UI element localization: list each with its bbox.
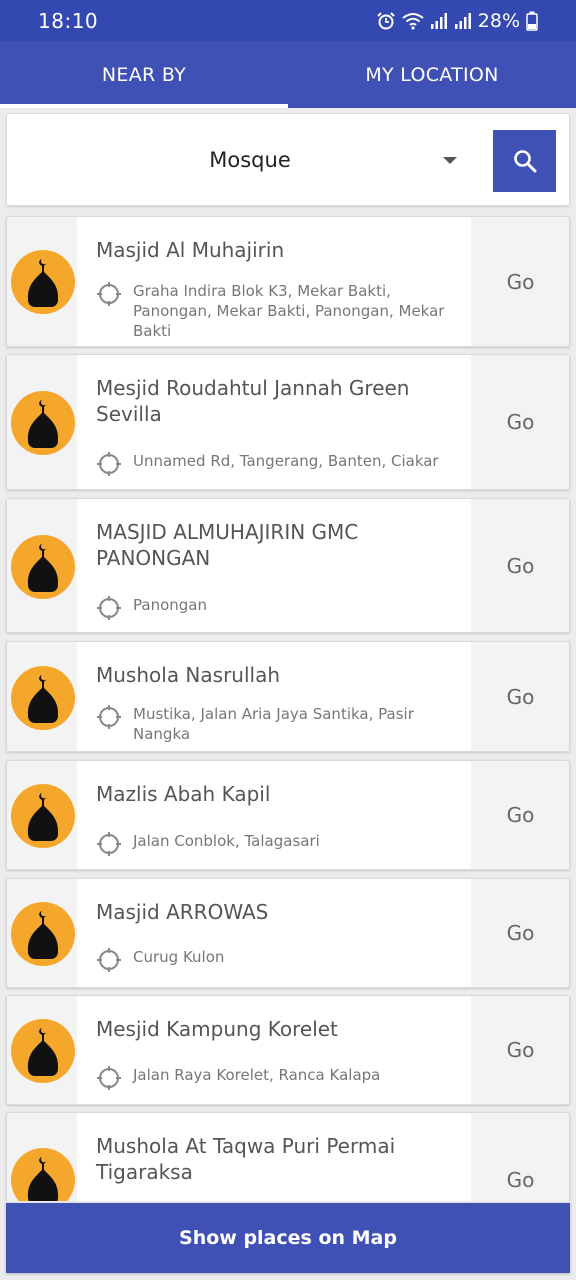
mosque-icon	[11, 902, 75, 966]
mosque-icon	[11, 391, 75, 455]
avatar	[7, 355, 77, 489]
status-right: 28%	[376, 10, 538, 32]
status-time: 18:10	[38, 8, 99, 33]
place-address: Jalan Raya Korelet, Ranca Kalapa	[133, 1066, 381, 1084]
signal-icon	[454, 12, 471, 29]
battery-icon	[526, 11, 538, 31]
mosque-icon	[11, 1148, 75, 1201]
place-info: Mushola Nasrullah Mustika, Jalan Aria Ja…	[77, 642, 471, 751]
location-target-icon	[97, 705, 121, 729]
place-info: Mazlis Abah Kapil Jalan Conblok, Talagas…	[77, 761, 471, 869]
signal-icon	[430, 12, 447, 29]
place-address-row: Jalan Conblok, Talagasari	[96, 831, 456, 857]
place-address: Curug Kulon	[133, 948, 225, 966]
place-list: Masjid Al Muhajirin Graha Indira Blok K3…	[0, 216, 576, 1201]
place-info: Mushola At Taqwa Puri Permai Tigaraksa	[77, 1113, 471, 1201]
mosque-icon	[11, 666, 75, 730]
list-item[interactable]: MASJID ALMUHAJIRIN GMC PANONGAN Panongan…	[6, 498, 570, 633]
place-address: Unnamed Rd, Tangerang, Banten, Ciakar	[133, 452, 439, 470]
mosque-icon	[11, 250, 75, 314]
go-button[interactable]: Go	[471, 355, 569, 489]
avatar	[7, 499, 77, 632]
go-button[interactable]: Go	[471, 996, 569, 1104]
list-item[interactable]: Mesjid Roudahtul Jannah Green Sevilla Un…	[6, 354, 570, 490]
wifi-icon	[402, 12, 424, 30]
place-address-row: Unnamed Rd, Tangerang, Banten, Ciakar	[96, 451, 456, 477]
place-name: MASJID ALMUHAJIRIN GMC PANONGAN	[96, 520, 359, 570]
place-address: Panongan	[133, 596, 207, 614]
search-icon	[513, 150, 536, 173]
place-info: Masjid ARROWAS Curug Kulon	[77, 879, 471, 987]
search-button[interactable]	[493, 130, 556, 192]
search-card: Mosque	[6, 113, 570, 206]
place-info: Mesjid Roudahtul Jannah Green Sevilla Un…	[77, 355, 471, 489]
place-name: Mazlis Abah Kapil	[96, 782, 271, 806]
place-name: Masjid ARROWAS	[96, 900, 269, 924]
place-address: Jalan Conblok, Talagasari	[133, 832, 320, 850]
go-button[interactable]: Go	[471, 1113, 569, 1201]
tab-my-location[interactable]: MY LOCATION	[288, 41, 576, 108]
avatar	[7, 642, 77, 751]
avatar	[7, 1113, 77, 1201]
mosque-icon	[11, 1019, 75, 1083]
list-item[interactable]: Mushola At Taqwa Puri Permai Tigaraksa G…	[6, 1112, 570, 1201]
tab-near-by[interactable]: NEAR BY	[0, 41, 288, 108]
location-target-icon	[97, 832, 121, 856]
avatar	[7, 996, 77, 1104]
list-item[interactable]: Mushola Nasrullah Mustika, Jalan Aria Ja…	[6, 641, 570, 752]
avatar	[7, 879, 77, 987]
location-target-icon	[97, 948, 121, 972]
place-info: Masjid Al Muhajirin Graha Indira Blok K3…	[77, 217, 471, 346]
place-info: MASJID ALMUHAJIRIN GMC PANONGAN Panongan	[77, 499, 471, 632]
list-item[interactable]: Masjid ARROWAS Curug Kulon Go	[6, 878, 570, 988]
category-dropdown[interactable]: Mosque	[15, 122, 485, 198]
app-screen: 18:10 28% NEAR BY MY LOCATION Mosque Mas…	[0, 0, 576, 1280]
place-address-row: Mustika, Jalan Aria Jaya Santika, Pasir …	[96, 704, 456, 744]
place-address-row: Graha Indira Blok K3, Mekar Bakti, Panon…	[96, 281, 456, 341]
place-address-row: Jalan Raya Korelet, Ranca Kalapa	[96, 1065, 456, 1091]
avatar	[7, 217, 77, 346]
status-bar: 18:10 28%	[0, 0, 576, 41]
chevron-down-icon[interactable]	[443, 157, 457, 164]
go-button[interactable]: Go	[471, 761, 569, 869]
avatar	[7, 761, 77, 869]
list-item[interactable]: Mesjid Kampung Korelet Jalan Raya Korele…	[6, 995, 570, 1105]
mosque-icon	[11, 784, 75, 848]
place-address-row: Panongan	[96, 595, 456, 621]
go-button[interactable]: Go	[471, 499, 569, 632]
battery-percent: 28%	[477, 9, 520, 32]
list-item[interactable]: Mazlis Abah Kapil Jalan Conblok, Talagas…	[6, 760, 570, 870]
tab-bar: NEAR BY MY LOCATION	[0, 41, 576, 108]
place-address: Mustika, Jalan Aria Jaya Santika, Pasir …	[133, 705, 414, 743]
place-name: Mushola At Taqwa Puri Permai Tigaraksa	[96, 1134, 396, 1184]
place-address: Graha Indira Blok K3, Mekar Bakti, Panon…	[133, 282, 445, 340]
show-map-button[interactable]: Show places on Map	[6, 1203, 570, 1273]
place-name: Mushola Nasrullah	[96, 663, 281, 687]
place-name: Masjid Al Muhajirin	[96, 238, 285, 262]
location-target-icon	[97, 452, 121, 476]
place-name: Mesjid Kampung Korelet	[96, 1017, 338, 1041]
place-info: Mesjid Kampung Korelet Jalan Raya Korele…	[77, 996, 471, 1104]
mosque-icon	[11, 535, 75, 599]
go-button[interactable]: Go	[471, 642, 569, 751]
place-address-row: Curug Kulon	[96, 947, 456, 973]
go-button[interactable]: Go	[471, 217, 569, 346]
alarm-icon	[377, 11, 395, 29]
go-button[interactable]: Go	[471, 879, 569, 987]
status-icons	[376, 11, 472, 31]
list-item[interactable]: Masjid Al Muhajirin Graha Indira Blok K3…	[6, 216, 570, 347]
location-target-icon	[97, 596, 121, 620]
location-target-icon	[97, 282, 121, 306]
place-name: Mesjid Roudahtul Jannah Green Sevilla	[96, 376, 410, 426]
location-target-icon	[97, 1066, 121, 1090]
category-value: Mosque	[209, 148, 291, 172]
